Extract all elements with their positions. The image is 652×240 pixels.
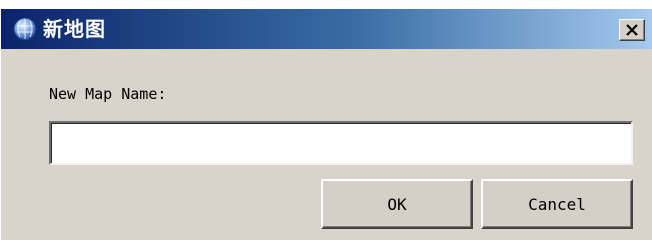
window-title: 新地图 <box>43 17 106 41</box>
close-icon <box>626 24 638 36</box>
new-map-name-label: New Map Name: <box>49 85 167 103</box>
globe-icon <box>13 17 37 41</box>
title-bar[interactable]: 新地图 <box>1 9 652 49</box>
cancel-button[interactable]: Cancel <box>481 179 633 229</box>
close-button[interactable] <box>619 19 645 41</box>
map-name-input[interactable] <box>49 121 633 165</box>
new-map-dialog: 新地图 New Map Name: OK Cancel <box>0 8 652 240</box>
ok-button[interactable]: OK <box>321 179 473 229</box>
